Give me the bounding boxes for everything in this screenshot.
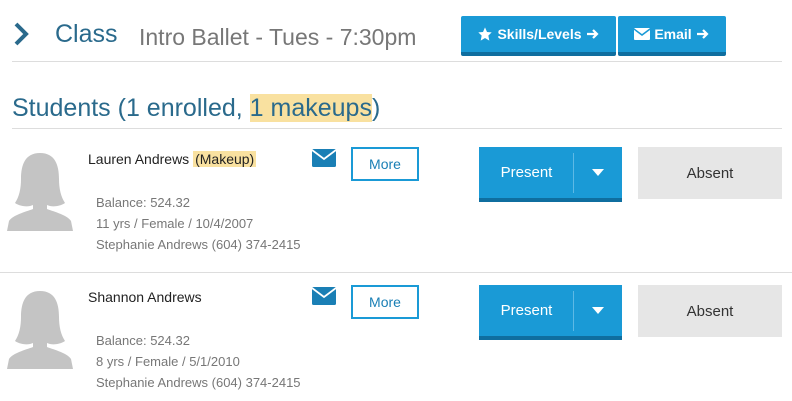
present-button[interactable]: Present: [479, 285, 622, 340]
students-heading-suffix: ): [371, 94, 381, 122]
more-button[interactable]: More: [351, 147, 419, 181]
student-name[interactable]: Shannon Andrews: [88, 289, 202, 305]
present-label: Present: [500, 164, 553, 181]
header-divider: [12, 61, 782, 62]
envelope-icon[interactable]: [312, 149, 336, 167]
class-name: Intro Ballet - Tues - 7:30pm: [139, 24, 417, 50]
students-divider: [12, 128, 782, 129]
students-heading-prefix: Students (1 enrolled,: [12, 94, 250, 122]
envelope-icon: [634, 28, 651, 40]
arrow-right-icon: [696, 29, 709, 39]
contact-text: Stephanie Andrews (604) 374-2415: [96, 237, 301, 252]
envelope-icon[interactable]: [312, 287, 336, 305]
caret-down-icon: [592, 168, 604, 176]
student-row: Lauren Andrews (Makeup) More Balance: 52…: [0, 144, 792, 278]
present-label: Present: [500, 302, 553, 319]
email-label: Email: [654, 26, 692, 42]
student-details: 8 yrs / Female / 5/1/2010: [96, 354, 240, 369]
chevron-right-icon[interactable]: [10, 20, 34, 48]
student-info: Balance: 524.32 8 yrs / Female / 5/1/201…: [96, 330, 301, 393]
present-dropdown-toggle[interactable]: [574, 285, 622, 336]
balance-text: Balance: 524.32: [96, 195, 190, 210]
avatar-icon: [7, 153, 73, 231]
absent-button[interactable]: Absent: [638, 285, 782, 337]
students-heading: Students (1 enrolled, 1 makeups): [12, 94, 380, 123]
row-divider: [0, 272, 792, 273]
student-row: Shannon Andrews More Balance: 524.32 8 y…: [0, 282, 792, 401]
more-button[interactable]: More: [351, 285, 419, 319]
balance-text: Balance: 524.32: [96, 333, 190, 348]
caret-down-icon: [592, 306, 604, 314]
arrow-right-icon: [586, 29, 599, 39]
present-dropdown-toggle[interactable]: [574, 147, 622, 198]
makeup-badge: (Makeup): [193, 151, 257, 167]
section-label: Class: [55, 20, 118, 48]
makeups-count: 1 makeups: [249, 94, 372, 122]
present-button[interactable]: Present: [479, 147, 622, 202]
skills-levels-button[interactable]: Skills/Levels: [461, 16, 616, 56]
student-name[interactable]: Lauren Andrews: [88, 151, 189, 167]
skills-levels-label: Skills/Levels: [497, 26, 582, 42]
student-details: 11 yrs / Female / 10/4/2007: [96, 216, 254, 231]
email-button[interactable]: Email: [618, 16, 726, 56]
contact-text: Stephanie Andrews (604) 374-2415: [96, 375, 301, 390]
absent-button[interactable]: Absent: [638, 147, 782, 199]
class-header: Class Intro Ballet - Tues - 7:30pm Skill…: [0, 0, 792, 62]
avatar-icon: [7, 291, 73, 369]
student-name-line: Lauren Andrews (Makeup): [88, 151, 257, 167]
student-info: Balance: 524.32 11 yrs / Female / 10/4/2…: [96, 192, 301, 255]
student-name-line: Shannon Andrews: [88, 289, 202, 305]
star-icon: [478, 27, 493, 41]
